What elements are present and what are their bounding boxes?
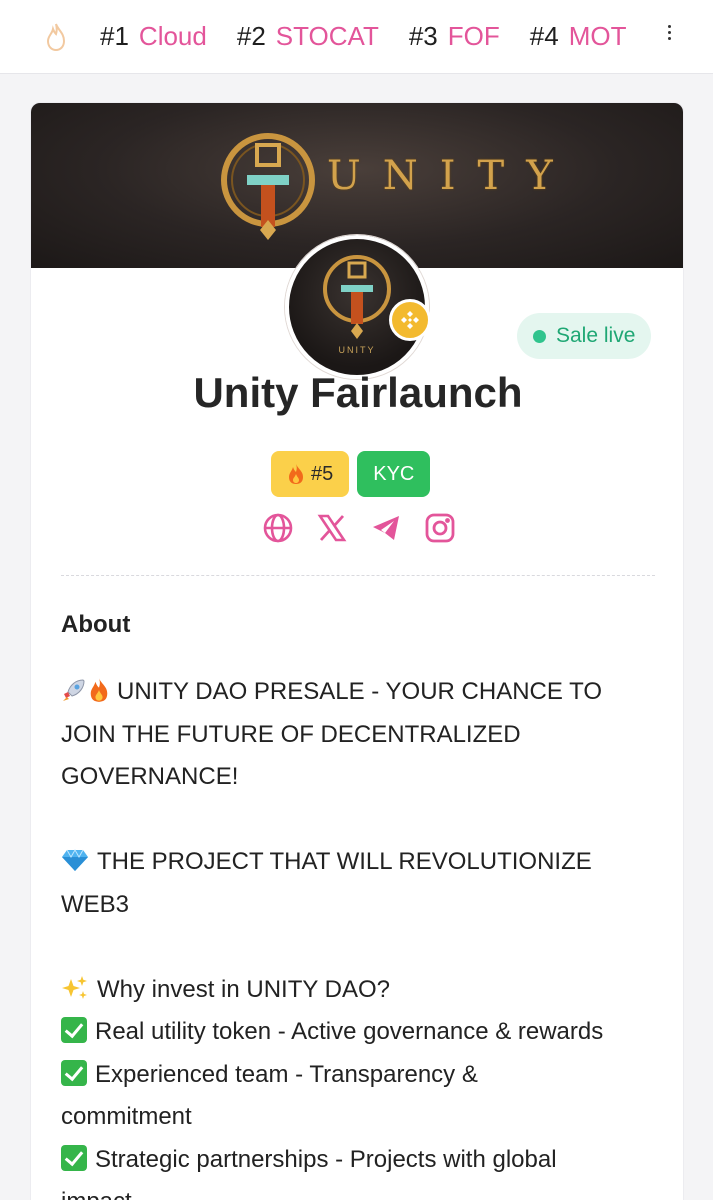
x-twitter-icon[interactable] [315,511,349,545]
fire-icon [90,678,108,702]
bnb-chain-icon [389,299,431,341]
trending-item-2[interactable]: #2 STOCAT [237,21,379,52]
trending-name: MOT [568,21,627,51]
trending-name: FOF [447,21,500,51]
status-dot-icon [533,329,546,343]
social-links [261,511,457,545]
trending-rank: #4 [529,21,559,51]
check-mark-icon [61,1144,87,1171]
about-line: Real utility token - Active governance &… [61,1011,661,1054]
kyc-badge[interactable]: KYC [357,451,431,497]
fire-icon [44,22,68,52]
about-text: THE PROJECT THAT WILL REVOLUTIONIZE [97,848,592,875]
about-line: commitment [61,1103,192,1130]
project-badges: #5 KYC [271,451,431,497]
about-line: UNITY DAO PRESALE - YOUR CHANCE TO [61,671,661,714]
more-options-icon[interactable] [668,22,671,43]
about-line: Strategic partnerships - Projects with g… [61,1139,661,1182]
avatar-caption: UNITY [338,345,376,355]
fire-icon [289,464,303,484]
about-line: JOIN THE FUTURE OF DECENTRALIZED [61,720,521,748]
trending-bar: #1 Cloud #2 STOCAT #3 FOF #4 MOT [0,0,713,74]
sparkles-icon [62,975,87,999]
trending-item-3[interactable]: #3 FOF [409,21,500,52]
about-line: Why invest in UNITY DAO? [61,969,661,1012]
project-title: Unity Fairlaunch [193,369,523,416]
instagram-icon[interactable] [423,511,457,545]
about-line [61,926,661,969]
about-text: Strategic partnerships - Projects with g… [95,1145,557,1173]
trending-item-4[interactable]: #4 MOT [530,21,627,52]
rank-badge-label: #5 [311,462,334,485]
about-text: Real utility token - Active governance &… [95,1018,604,1045]
trending-name: Cloud [138,21,207,51]
about-text: Experienced team - Transparency & [95,1060,478,1088]
about-line: Experienced team - Transparency & [61,1054,661,1097]
trending-rank: #1 [100,21,129,51]
rank-badge: #5 [271,451,350,497]
trending-rank: #3 [408,21,438,51]
diamond-icon [62,848,88,871]
about-line: THE PROJECT THAT WILL REVOLUTIONIZE [61,841,661,884]
banner-brand-text: UNITY [327,153,575,199]
about-description: UNITY DAO PRESALE - YOUR CHANCE TO JOIN … [61,671,661,1200]
website-globe-icon[interactable] [261,511,295,545]
kyc-badge-label: KYC [373,462,415,485]
rocket-icon [63,679,85,701]
telegram-icon[interactable] [369,511,403,545]
about-text: Why invest in UNITY DAO? [97,975,390,1003]
about-text: UNITY DAO PRESALE - YOUR CHANCE TO [117,678,603,705]
about-line: impact [61,1181,661,1200]
trending-name: STOCAT [275,21,379,51]
trending-item-1[interactable]: #1 Cloud [100,21,207,52]
check-mark-icon [61,1017,87,1043]
sale-status-badge: Sale live [517,313,652,359]
unity-logo-icon [221,133,315,240]
trending-rank: #2 [236,21,266,51]
project-card: UNITY UNITY Sale live Unity Fairlaunch #… [30,102,684,1200]
about-line: GOVERNANCE! [61,763,239,790]
section-divider [61,575,655,576]
about-line: WEB3 [61,890,130,918]
check-mark-icon [61,1059,87,1086]
about-heading: About [61,611,131,638]
about-line [61,799,661,842]
sale-status-label: Sale live [556,324,636,347]
